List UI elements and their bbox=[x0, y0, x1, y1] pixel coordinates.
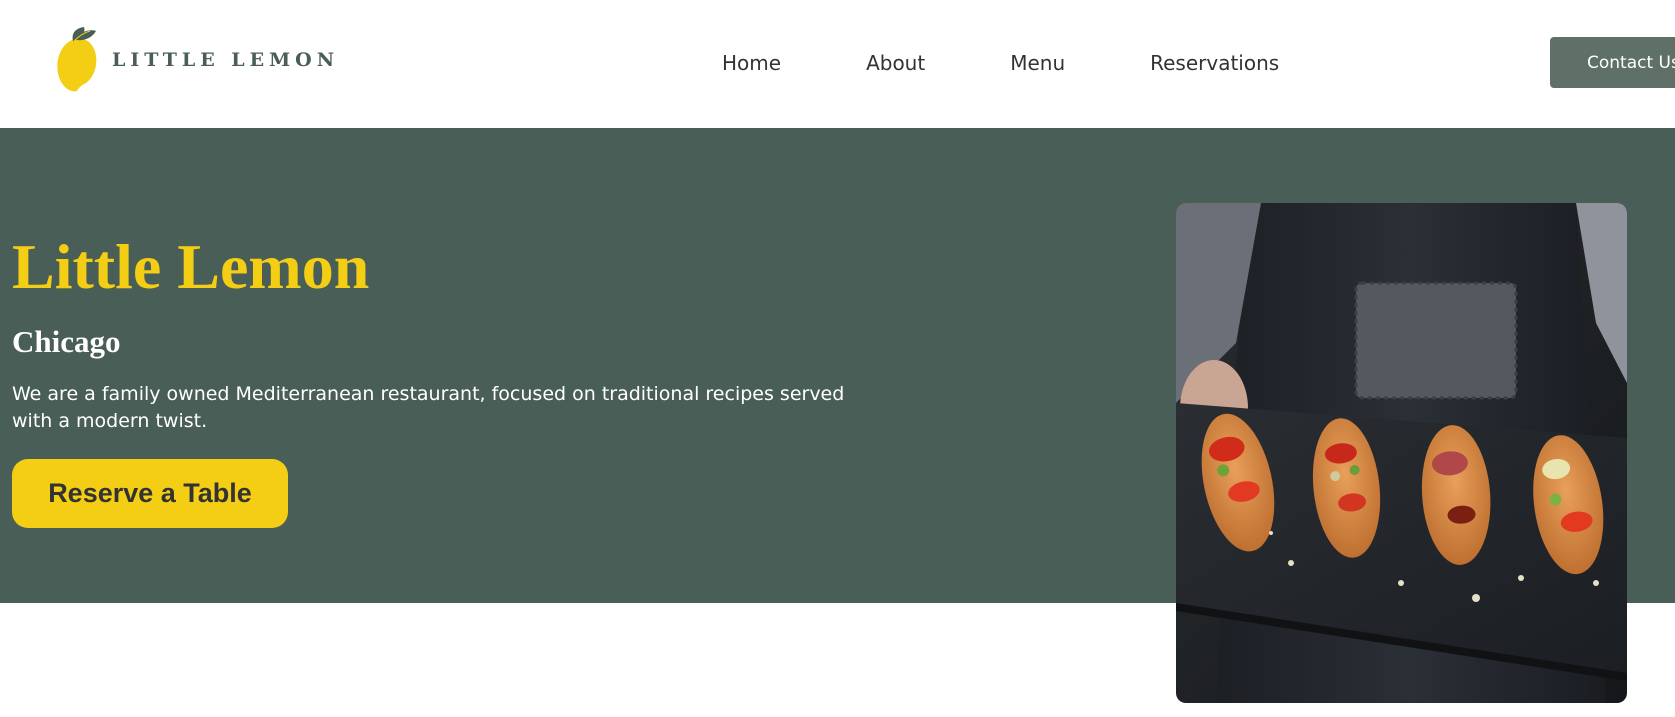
nav-item-about[interactable]: About bbox=[866, 50, 925, 76]
nav-item-menu[interactable]: Menu bbox=[1010, 50, 1065, 76]
nav-item-home[interactable]: Home bbox=[722, 50, 781, 76]
lemon-icon bbox=[56, 25, 98, 95]
logo-text: LITTLE LEMON bbox=[112, 49, 340, 71]
hero-food-image bbox=[1176, 203, 1627, 703]
logo[interactable]: LITTLE LEMON bbox=[56, 24, 339, 96]
main-nav: Home About Menu Reservations bbox=[722, 50, 1279, 76]
contact-us-button[interactable]: Contact Us bbox=[1550, 37, 1675, 88]
hero-description: We are a family owned Mediterranean rest… bbox=[12, 383, 845, 432]
reserve-table-button[interactable]: Reserve a Table bbox=[12, 459, 288, 528]
nav-item-reservations[interactable]: Reservations bbox=[1150, 50, 1279, 76]
hero-title: Little Lemon bbox=[12, 231, 370, 302]
site-header: LITTLE LEMON Home About Menu Reservation… bbox=[0, 0, 1675, 128]
hero-city: Chicago bbox=[12, 324, 121, 359]
